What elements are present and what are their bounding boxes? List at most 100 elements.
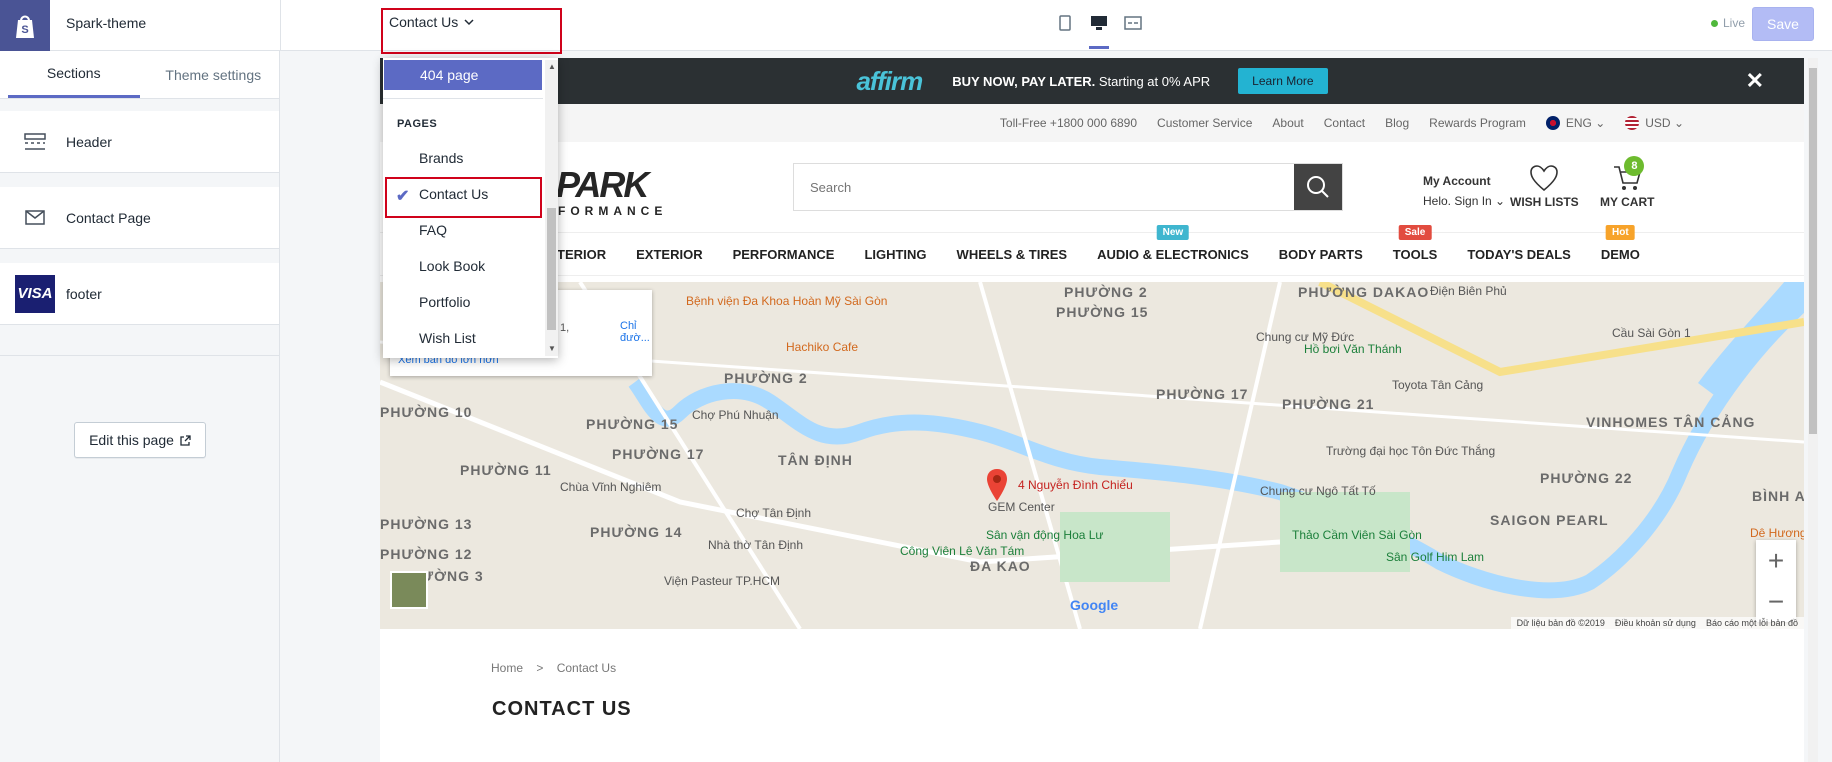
section-footer[interactable]: VISA footer (0, 263, 279, 325)
editor-topbar: S Spark-theme Contact Us Live Save (0, 0, 1832, 51)
map-label: Sân Golf Him Lam (1386, 550, 1485, 564)
section-contact-page[interactable]: Contact Page (0, 187, 279, 249)
language-selector[interactable]: ENG ⌄ (1545, 116, 1605, 130)
affirm-banner: affirm BUY NOW, PAY LATER. Starting at 0… (380, 58, 1804, 104)
store-main-nav: INTERIOR EXTERIOR PERFORMANCE LIGHTING WHEEL… (380, 224, 1804, 276)
map-label: Chợ Tân Định (736, 506, 812, 520)
live-status: Live (1711, 16, 1745, 30)
breadcrumb-home[interactable]: Home (491, 661, 523, 675)
envelope-icon (22, 210, 48, 225)
toplink-tollfree[interactable]: Toll-Free +1800 000 6890 (1000, 116, 1137, 130)
currency-value: USD (1645, 116, 1671, 130)
map-report-link[interactable]: Báo cáo một lỗi bản đồ (1706, 618, 1798, 628)
sidebar-divider (0, 355, 279, 356)
nav-item-wheels-tires[interactable]: WHEELS & TIRES (957, 247, 1068, 262)
nav-item-label: PERFORMANCE (732, 246, 835, 262)
scroll-down-icon[interactable]: ▼ (548, 344, 556, 353)
dropdown-item-look-book[interactable]: Look Book (419, 258, 485, 274)
store-logo-sub: FORMANCE (558, 204, 668, 218)
scrollbar-thumb[interactable] (1809, 68, 1817, 434)
preview-scrollbar[interactable] (1808, 58, 1818, 762)
close-banner-icon[interactable]: ✕ (1746, 68, 1764, 94)
nav-item-label: BODY PARTS (1278, 246, 1363, 262)
map-label: ĐA KAO (970, 558, 1031, 574)
search-input[interactable] (794, 164, 1294, 210)
device-toggle (1055, 12, 1143, 49)
nav-item-label: DEMO (1600, 246, 1640, 262)
map-label: PHƯỜNG DAKAO (1298, 284, 1430, 300)
map-label: Chợ Phú Nhuận (692, 408, 779, 422)
desktop-view-button[interactable] (1089, 12, 1109, 49)
map-label: PHƯỜNG 22 (1540, 470, 1633, 486)
search-button[interactable] (1294, 164, 1342, 210)
section-label: Header (66, 133, 112, 150)
edit-page-button[interactable]: Edit this page (74, 422, 206, 458)
external-link-icon (180, 434, 191, 446)
dropdown-item-wish-list[interactable]: Wish List (419, 330, 476, 346)
map-data-credit: Dữ liệu bản đồ ©2019 (1516, 618, 1605, 628)
map-label: Hachiko Cafe (786, 340, 859, 354)
desktop-icon (1091, 16, 1107, 30)
heart-icon (1530, 165, 1559, 192)
dropdown-scrollbar[interactable]: ▲ ▼ (545, 60, 558, 356)
zoom-out-button[interactable]: − (1756, 581, 1796, 622)
my-cart-label: MY CART (1600, 195, 1655, 209)
map-terms-link[interactable]: Điều khoản sử dụng (1615, 618, 1696, 628)
breadcrumb: Home > Contact Us (491, 661, 616, 675)
wish-lists-link[interactable]: WISH LISTS (1510, 164, 1579, 209)
store-logo[interactable]: PARK (556, 164, 649, 206)
nav-item-lighting[interactable]: LIGHTING (864, 247, 926, 262)
map-marker-icon (987, 469, 1007, 501)
topbar-divider (280, 0, 281, 51)
live-dot-icon (1711, 19, 1718, 27)
toplink-rewards[interactable]: Rewards Program (1429, 116, 1526, 130)
map-label: Sân vận động Hoa Lư (986, 528, 1104, 542)
map-directions-link[interactable]: Chỉ đườ... (620, 320, 652, 344)
zoom-in-button[interactable]: + (1756, 540, 1796, 581)
page-title: CONTACT US (492, 698, 632, 720)
cart-link[interactable]: 8 MY CART (1600, 156, 1655, 209)
toplink-blog[interactable]: Blog (1385, 116, 1409, 130)
nav-item-audio-electronics[interactable]: AUDIO & ELECTRONICS New (1097, 224, 1249, 262)
toplink-customer-service[interactable]: Customer Service (1157, 116, 1252, 130)
map-label: PHƯỜNG 21 (1282, 396, 1375, 412)
shopify-logo[interactable]: S (0, 0, 50, 51)
tab-sections[interactable]: Sections (8, 51, 140, 98)
nav-item-performance[interactable]: PERFORMANCE (733, 247, 835, 262)
account-menu[interactable]: My Account Helo. Sign In ⌄ (1423, 174, 1505, 208)
sign-in-label: Helo. Sign In (1423, 194, 1492, 208)
map-label: Điện Biên Phủ (1430, 284, 1507, 298)
save-button[interactable]: Save (1752, 7, 1814, 41)
map-label: PHƯỜNG 14 (590, 524, 683, 540)
dropdown-item-portfolio[interactable]: Portfolio (419, 294, 470, 310)
satellite-toggle[interactable] (390, 571, 428, 609)
nav-item-label: TODAY'S DEALS (1467, 246, 1571, 262)
fullscreen-view-button[interactable] (1123, 12, 1143, 34)
dropdown-item-404[interactable]: 404 page (384, 60, 542, 90)
dropdown-divider (383, 98, 543, 99)
section-label: Contact Page (66, 209, 151, 226)
toplink-contact[interactable]: Contact (1324, 116, 1365, 130)
nav-item-body-parts[interactable]: BODY PARTS (1279, 247, 1363, 262)
currency-selector[interactable]: USD ⌄ (1625, 116, 1684, 130)
store-toplinks: Toll-Free +1800 000 6890 Customer Servic… (380, 104, 1804, 142)
map-label: PHƯỜNG 17 (612, 446, 705, 462)
dropdown-scroll-thumb[interactable] (547, 208, 556, 330)
google-map[interactable]: PHƯỜNG 2 PHƯỜNG DAKAO PHƯỜNG 15 PHƯỜNG 2 PHƯ… (380, 282, 1804, 629)
section-header[interactable]: Header (0, 111, 279, 173)
scroll-up-icon[interactable]: ▲ (548, 62, 556, 71)
toplink-about[interactable]: About (1272, 116, 1303, 130)
mobile-view-button[interactable] (1055, 12, 1075, 34)
nav-item-today-s-deals[interactable]: TODAY'S DEALS (1467, 247, 1571, 262)
nav-item-demo[interactable]: DEMO Hot (1600, 224, 1640, 262)
map-label: PHƯỜNG 15 (1056, 304, 1149, 320)
map-label: Hồ bơi Văn Thánh (1304, 342, 1402, 356)
contact-us-highlight (385, 177, 542, 218)
us-flag-icon (1625, 116, 1640, 130)
dropdown-item-brands[interactable]: Brands (419, 150, 463, 166)
dropdown-item-faq[interactable]: FAQ (419, 222, 447, 238)
nav-item-exterior[interactable]: EXTERIOR (636, 247, 702, 262)
nav-item-tools[interactable]: TOOLS Sale (1393, 224, 1437, 262)
tab-theme-settings[interactable]: Theme settings (148, 51, 280, 98)
learn-more-button[interactable]: Learn More (1238, 68, 1328, 94)
